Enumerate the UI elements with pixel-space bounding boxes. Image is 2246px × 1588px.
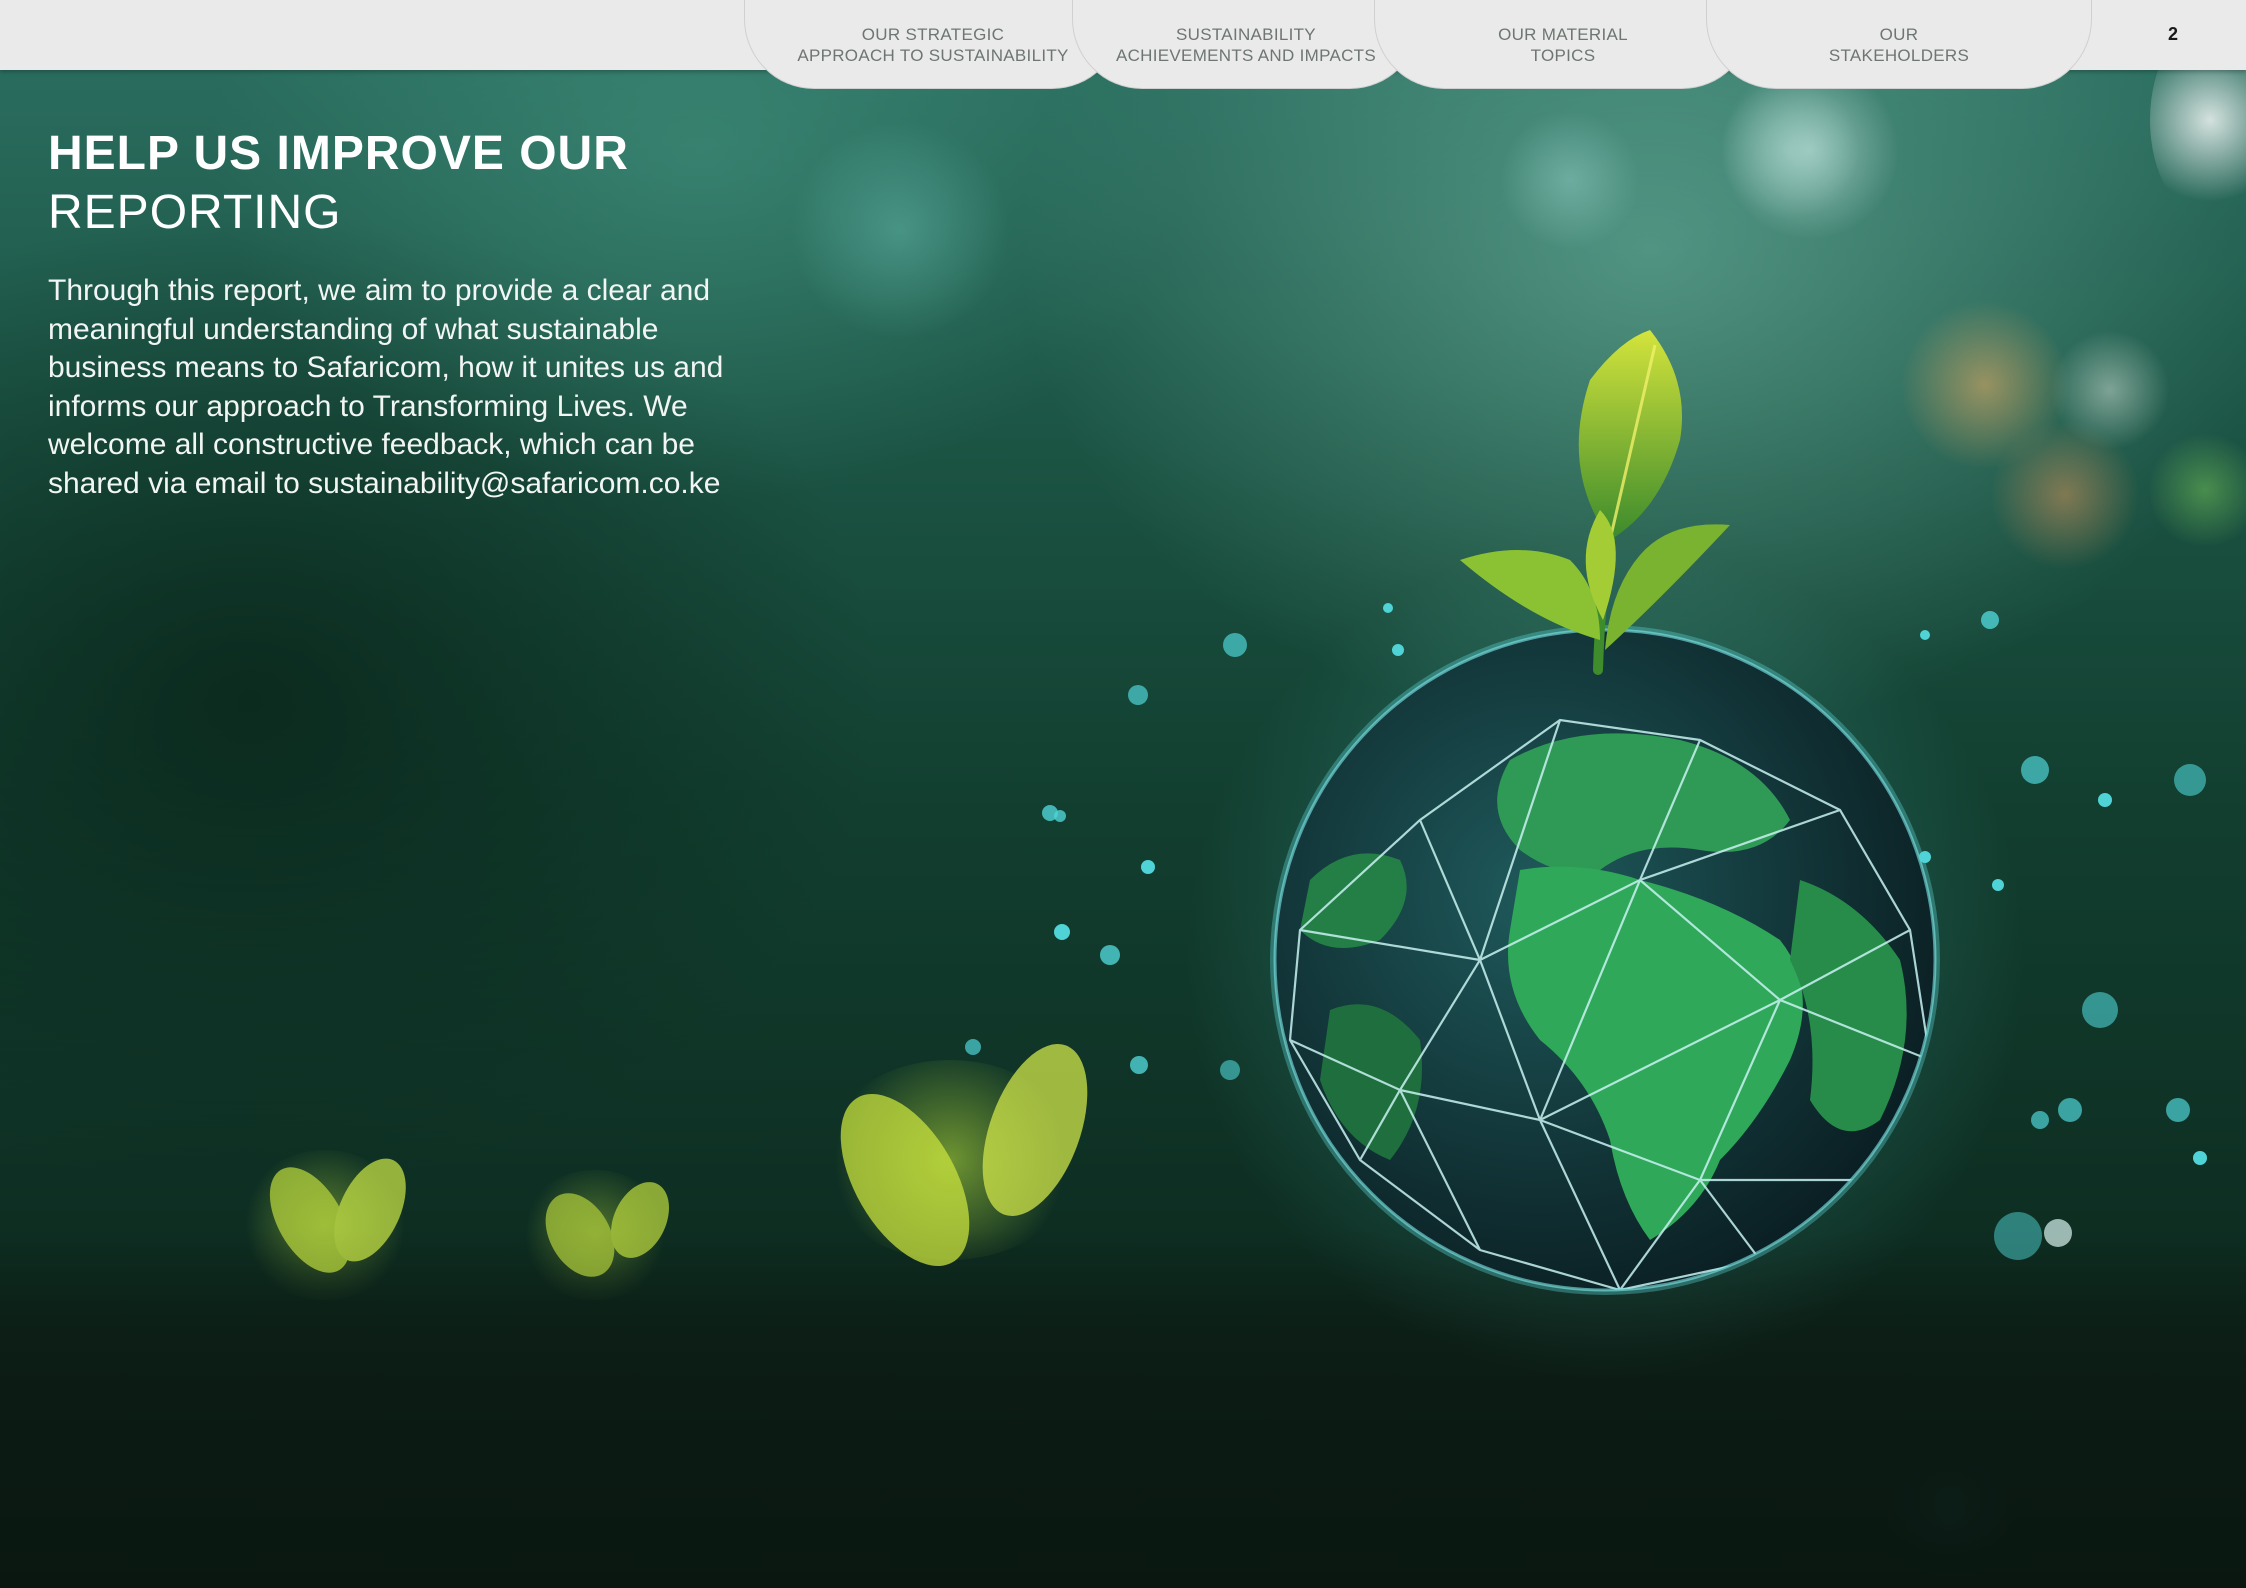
tab-strategic-approach[interactable]: OUR STRATEGIC APPROACH TO SUSTAINABILITY xyxy=(744,0,1122,89)
paragraph-line: informs our approach to Transforming Liv… xyxy=(48,389,688,423)
paragraph-line: shared via email to sustainability@safar… xyxy=(48,466,721,500)
page-number: 2 xyxy=(2167,24,2178,44)
page-title-bold: HELP US IMPROVE OUR xyxy=(48,127,629,180)
paragraph-line: Through this report, we aim to provide a… xyxy=(48,274,711,307)
page-title-light: REPORTING xyxy=(48,186,342,239)
tab-stakeholders[interactable]: OUR STAKEHOLDERS xyxy=(1706,0,2092,89)
paragraph-line: meaningful understanding of what sustain… xyxy=(48,312,659,346)
paragraph-line: welcome all constructive feedback, which… xyxy=(48,428,695,461)
tab-sustainability-achievements[interactable]: SUSTAINABILITY ACHIEVEMENTS AND IMPACTS xyxy=(1072,0,1420,89)
feedback-paragraph: Through this report, we aim to provide a… xyxy=(48,272,748,503)
tab-material-topics[interactable]: OUR MATERIAL TOPICS xyxy=(1374,0,1752,89)
paragraph-line: business means to Safaricom, how it unit… xyxy=(48,351,724,384)
section-tabs: OUR STRATEGIC APPROACH TO SUSTAINABILITY… xyxy=(744,0,2092,89)
page-title: HELP US IMPROVE OUR REPORTING xyxy=(48,124,748,242)
